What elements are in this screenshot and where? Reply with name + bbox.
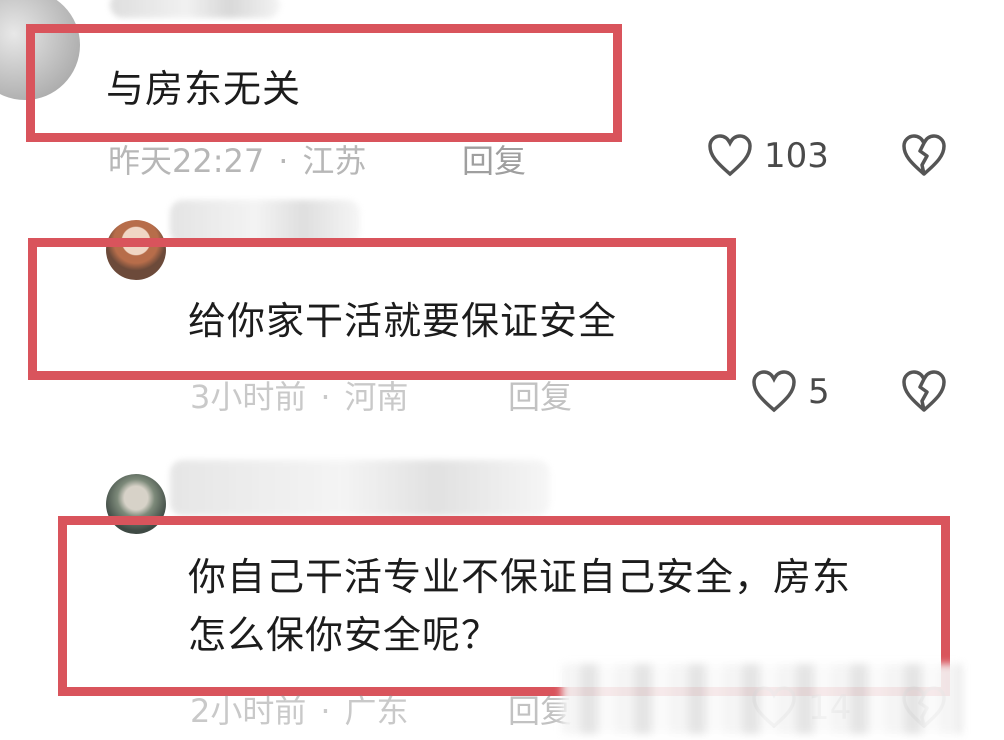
comment-time: 昨天22:27 — [108, 142, 265, 180]
username-blurred[interactable] — [110, 0, 280, 18]
reply-button[interactable]: 回复 — [508, 372, 572, 418]
dislike-button[interactable] — [900, 132, 948, 182]
heart-outline-icon — [752, 370, 796, 413]
like-count: 103 — [764, 136, 829, 176]
dislike-button[interactable] — [900, 368, 948, 418]
comment-text-line: 与房东无关 — [106, 67, 302, 111]
comment-meta: 3小时前 · 河南 — [190, 378, 409, 416]
comment-time: 3小时前 — [190, 378, 307, 416]
comment-text-line: 你自己干活专业不保证自己安全，房东 — [188, 555, 852, 599]
broken-heart-icon — [902, 370, 946, 412]
comment-location: 广东 — [344, 692, 409, 730]
comment-text: 你自己干活专业不保证自己安全，房东 怎么保你安全呢？ — [188, 548, 851, 664]
like-count: 5 — [808, 372, 830, 412]
like-button[interactable] — [706, 132, 754, 182]
comment-location: 河南 — [344, 378, 409, 416]
broken-heart-icon — [902, 134, 946, 176]
watermark-mosaic — [562, 664, 962, 734]
comment-meta: 2小时前 · 广东 — [190, 692, 409, 730]
comment-text-line: 怎么保你安全呢？ — [188, 613, 501, 657]
comment-text-line: 给你家干活就要保证安全 — [188, 299, 618, 343]
like-button[interactable] — [750, 368, 798, 418]
comment-text: 给你家干活就要保证安全 — [188, 292, 617, 350]
comment-location: 江苏 — [302, 142, 367, 180]
reply-button[interactable]: 回复 — [462, 136, 526, 182]
comment-meta: 昨天22:27 · 江苏 — [108, 142, 367, 180]
username-blurred[interactable] — [170, 460, 550, 516]
comment-time: 2小时前 — [190, 692, 307, 730]
heart-outline-icon — [708, 134, 752, 177]
comment-text: 与房东无关 — [106, 60, 301, 118]
